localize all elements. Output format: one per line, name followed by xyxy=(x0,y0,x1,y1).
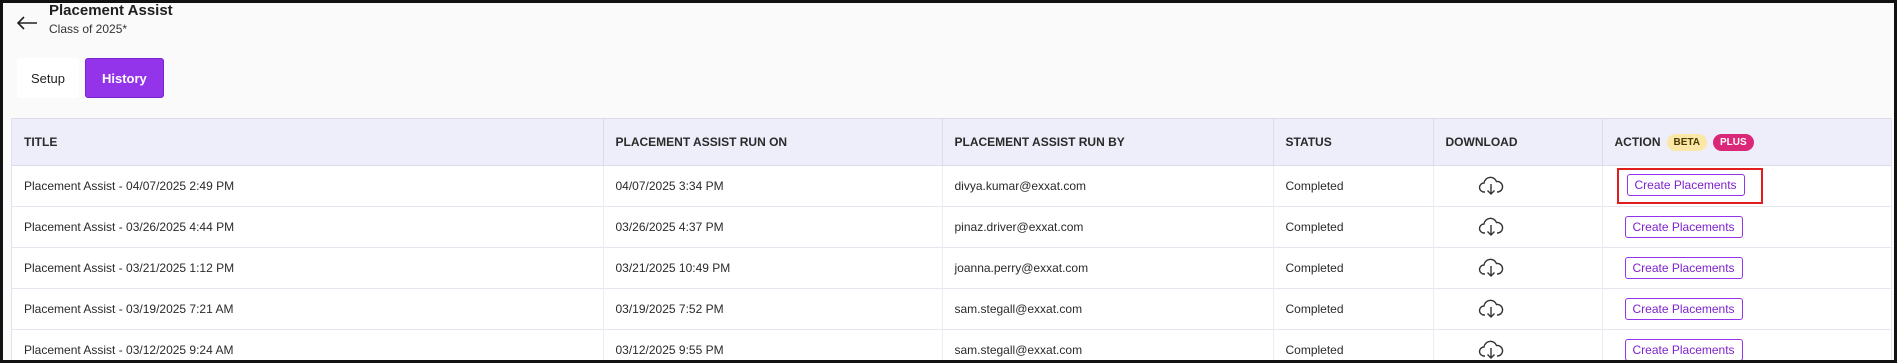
table-header: TITLE PLACEMENT ASSIST RUN ON PLACEMENT … xyxy=(12,118,1891,166)
row-download-cell xyxy=(1433,329,1603,361)
column-header-status[interactable]: STATUS xyxy=(1273,118,1434,166)
row-action-cell: Create Placements xyxy=(1602,207,1891,248)
row-title: Placement Assist - 03/26/2025 4:44 PM xyxy=(12,206,604,248)
row-run-on: 03/26/2025 4:37 PM xyxy=(603,206,943,248)
row-run-by: divya.kumar@exxat.com xyxy=(942,165,1274,207)
table-row: Placement Assist - 03/26/2025 4:44 PM 03… xyxy=(12,206,1891,248)
create-placements-button[interactable]: Create Placements xyxy=(1624,339,1743,360)
row-title: Placement Assist - 03/12/2025 9:24 AM xyxy=(12,329,604,360)
row-action-cell: Create Placements xyxy=(1602,330,1891,360)
row-download-cell xyxy=(1433,288,1603,330)
table-row: Placement Assist - 04/07/2025 2:49 PM 04… xyxy=(12,165,1891,207)
history-table: TITLE PLACEMENT ASSIST RUN ON PLACEMENT … xyxy=(11,118,1892,361)
row-status: Completed xyxy=(1273,165,1434,207)
row-action-cell: Create Placements xyxy=(1602,248,1891,289)
row-download-cell xyxy=(1433,247,1603,289)
table-row: Placement Assist - 03/12/2025 9:24 AM 03… xyxy=(12,329,1891,361)
row-run-by: sam.stegall@exxat.com xyxy=(942,288,1274,330)
cloud-download-icon[interactable] xyxy=(1478,257,1504,279)
row-title: Placement Assist - 03/19/2025 7:21 AM xyxy=(12,288,604,330)
row-download-cell xyxy=(1433,165,1603,207)
column-header-title[interactable]: TITLE xyxy=(12,118,604,166)
create-placements-button[interactable]: Create Placements xyxy=(1624,216,1743,238)
tab-setup[interactable]: Setup xyxy=(17,58,79,98)
back-button[interactable] xyxy=(13,9,41,37)
row-action-cell: Create Placements xyxy=(1602,289,1891,330)
create-placements-button[interactable]: Create Placements xyxy=(1624,257,1743,279)
row-action-cell: Create Placements xyxy=(1602,166,1891,207)
row-title: Placement Assist - 04/07/2025 2:49 PM xyxy=(12,165,604,207)
row-run-by: sam.stegall@exxat.com xyxy=(942,329,1274,360)
create-placements-button[interactable]: Create Placements xyxy=(1624,298,1743,320)
plus-badge: PLUS xyxy=(1712,133,1754,151)
row-run-on: 03/21/2025 10:49 PM xyxy=(603,247,943,289)
row-download-cell xyxy=(1433,206,1603,248)
arrow-left-icon xyxy=(16,16,37,30)
beta-badge: BETA xyxy=(1666,133,1707,151)
row-run-on: 04/07/2025 3:34 PM xyxy=(603,165,943,207)
app-frame: Placement Assist Class of 2025* Setup Hi… xyxy=(0,0,1897,363)
tab-bar: Setup History xyxy=(17,58,164,98)
cloud-download-icon[interactable] xyxy=(1478,216,1504,238)
row-status: Completed xyxy=(1273,329,1434,360)
column-header-action: ACTION BETA PLUS xyxy=(1602,118,1891,166)
cloud-download-icon[interactable] xyxy=(1478,175,1504,197)
column-header-download[interactable]: DOWNLOAD xyxy=(1433,118,1603,166)
row-title: Placement Assist - 03/21/2025 1:12 PM xyxy=(12,247,604,289)
column-header-run-on[interactable]: PLACEMENT ASSIST RUN ON xyxy=(603,118,943,166)
action-header-label: ACTION xyxy=(1614,135,1661,149)
row-run-by: pinaz.driver@exxat.com xyxy=(942,206,1274,248)
page-title: Placement Assist xyxy=(49,2,173,19)
row-run-on: 03/12/2025 9:55 PM xyxy=(603,329,943,360)
tab-history[interactable]: History xyxy=(84,58,164,98)
page-header: Placement Assist Class of 2025* Setup Hi… xyxy=(3,3,1894,113)
column-header-run-by[interactable]: PLACEMENT ASSIST RUN BY xyxy=(942,118,1274,166)
cloud-download-icon[interactable] xyxy=(1478,339,1504,361)
cloud-download-icon[interactable] xyxy=(1478,298,1504,320)
create-placements-button[interactable]: Create Placements xyxy=(1626,174,1745,196)
highlight-box: Create Placements xyxy=(1616,168,1763,204)
row-status: Completed xyxy=(1273,206,1434,248)
row-status: Completed xyxy=(1273,288,1434,330)
row-run-on: 03/19/2025 7:52 PM xyxy=(603,288,943,330)
table-row: Placement Assist - 03/21/2025 1:12 PM 03… xyxy=(12,247,1891,289)
table-row: Placement Assist - 03/19/2025 7:21 AM 03… xyxy=(12,288,1891,330)
row-run-by: joanna.perry@exxat.com xyxy=(942,247,1274,289)
row-status: Completed xyxy=(1273,247,1434,289)
page-subtitle: Class of 2025* xyxy=(49,22,128,36)
